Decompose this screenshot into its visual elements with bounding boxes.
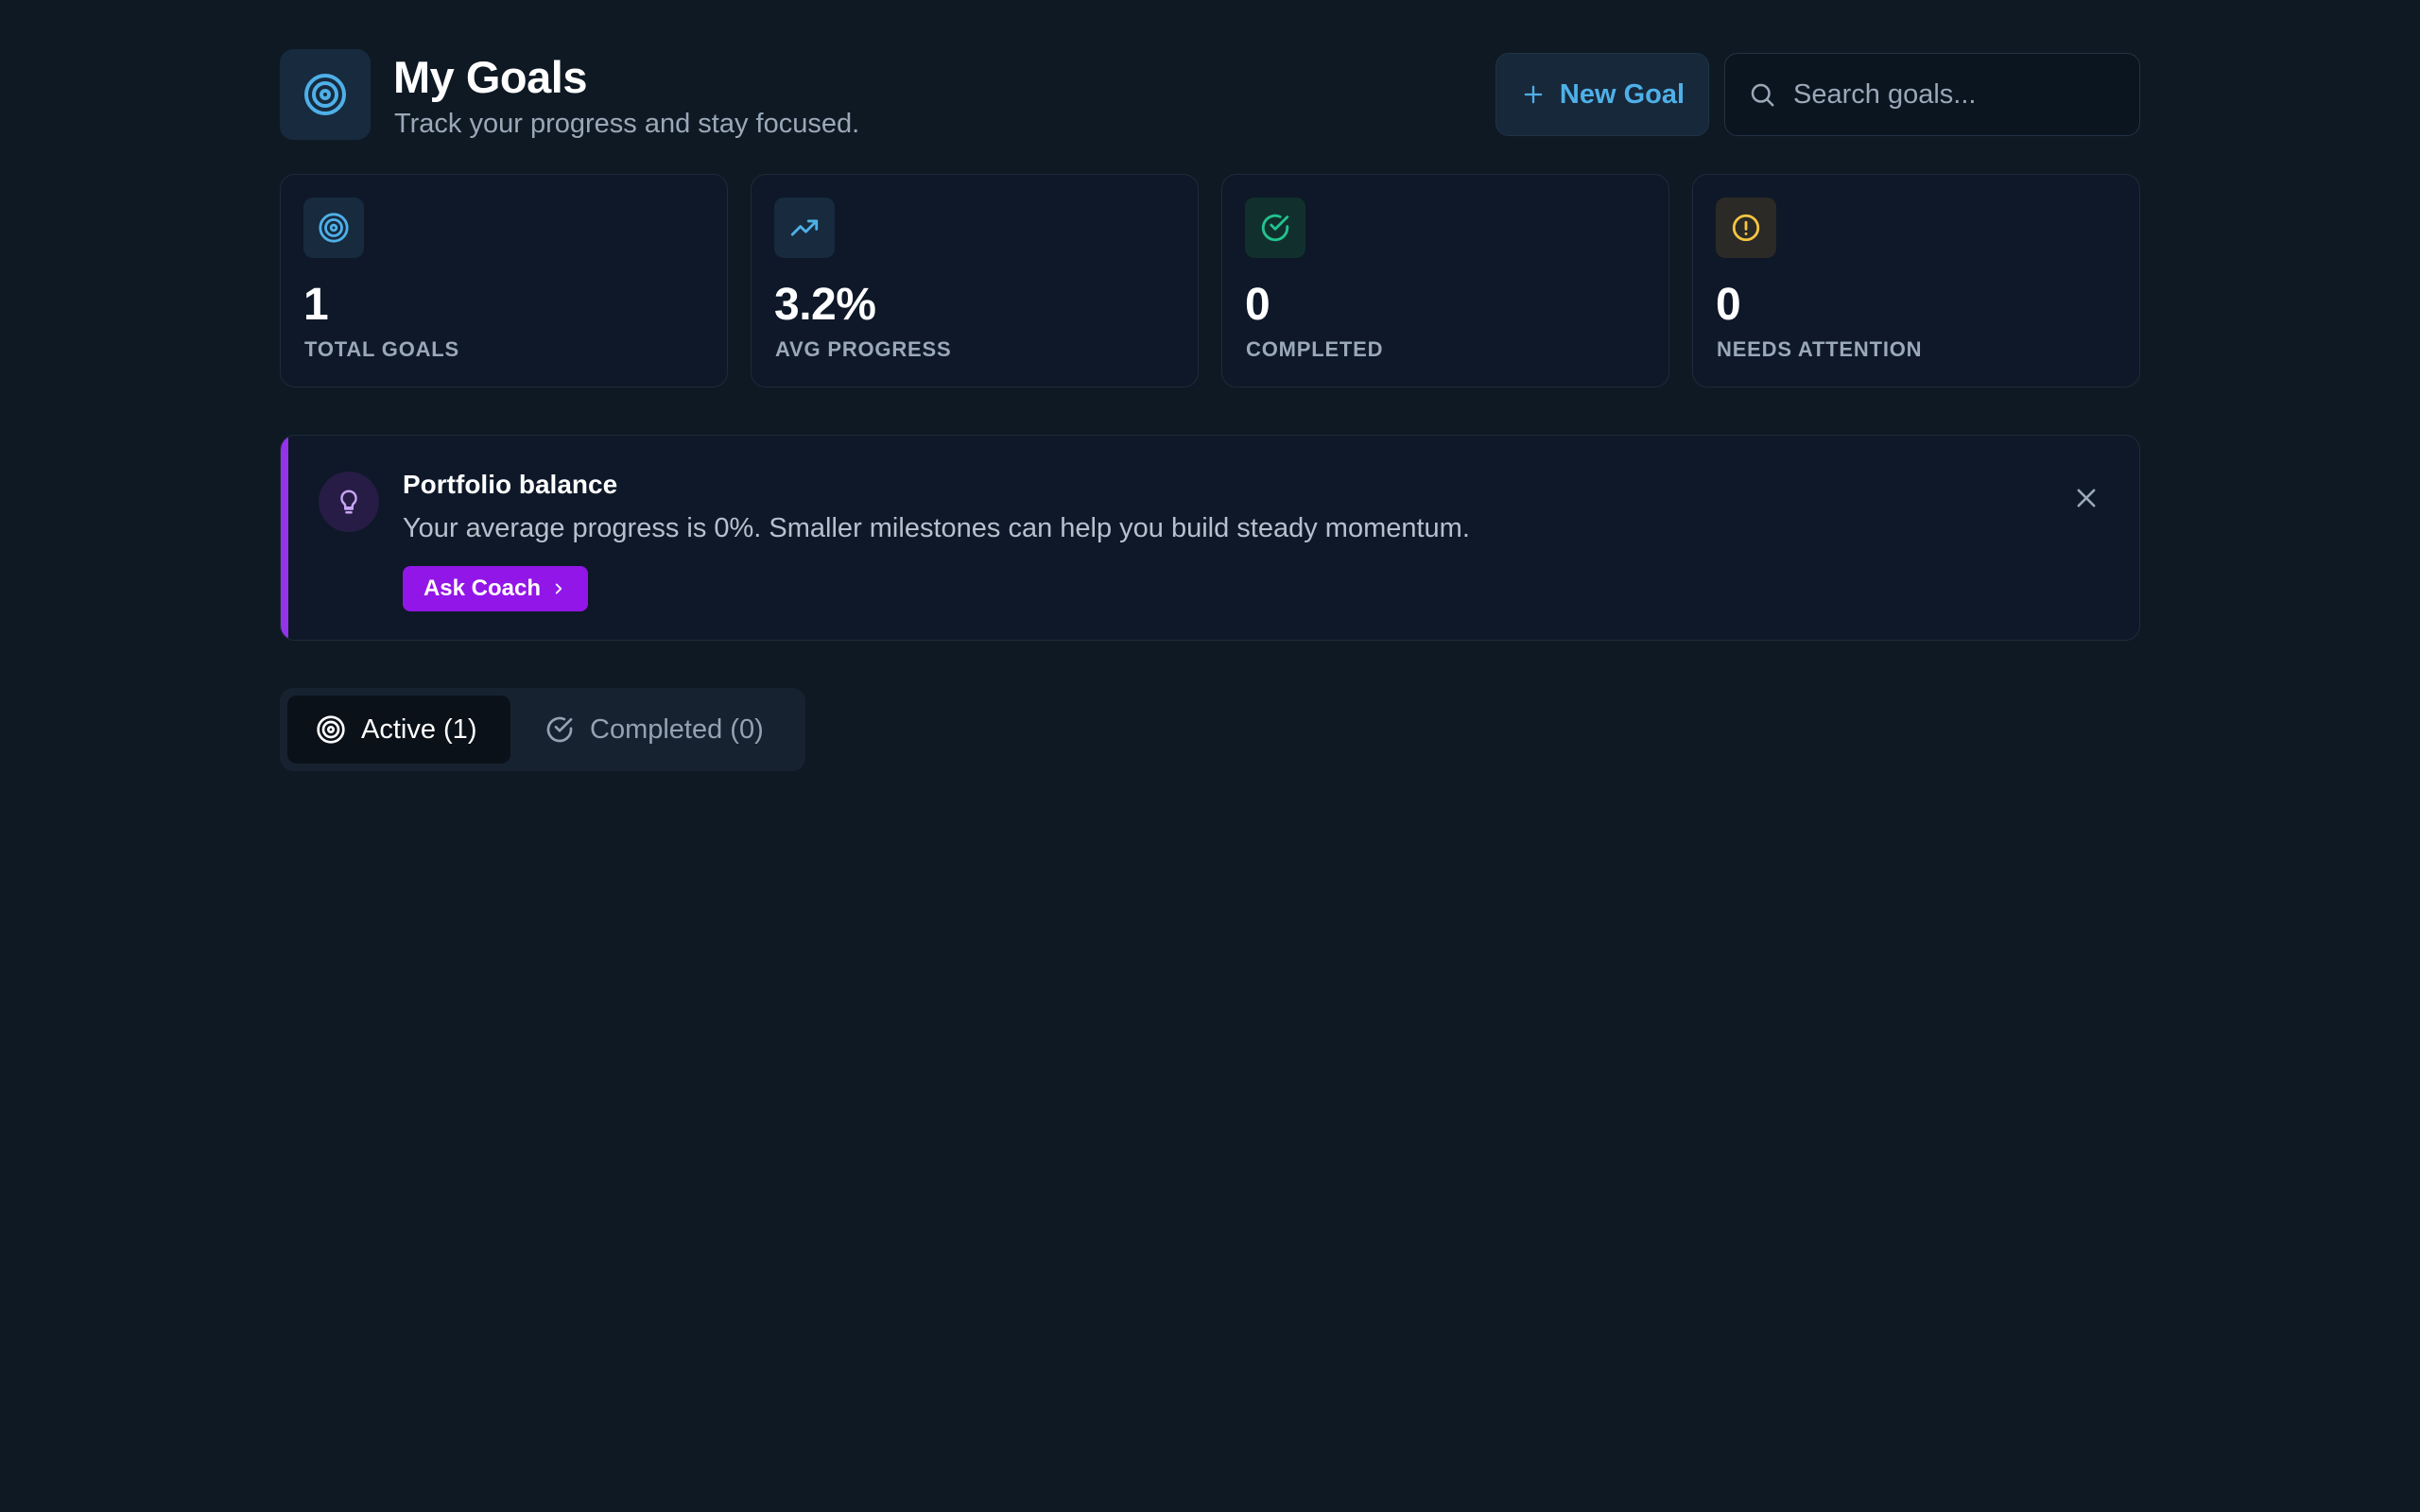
- goal-tabs: Active (1) Completed (0): [280, 688, 805, 771]
- goals-page: My Goals Track your progress and stay fo…: [280, 49, 2140, 771]
- stat-card-needs-attention: 0 NEEDS ATTENTION: [1692, 174, 2140, 387]
- stat-label: AVG PROGRESS: [775, 337, 952, 361]
- check-circle-icon: [546, 716, 573, 743]
- stat-icon-box: [303, 198, 364, 258]
- tab-label: Active (1): [361, 713, 477, 745]
- stat-label: NEEDS ATTENTION: [1717, 337, 1923, 361]
- stats-row: 1 TOTAL GOALS 3.2% AVG PROGRESS 0 COMPLE…: [280, 174, 2140, 387]
- close-icon: [2077, 489, 2096, 507]
- app-logo: [280, 49, 371, 140]
- stat-icon-box: [1716, 198, 1776, 258]
- plus-icon: [1524, 85, 1543, 104]
- tab-completed[interactable]: Completed (0): [516, 696, 800, 764]
- page-subtitle: Track your progress and stay focused.: [394, 109, 860, 139]
- ask-coach-label: Ask Coach: [423, 576, 542, 601]
- trending-up-icon: [790, 219, 819, 236]
- new-goal-label: New Goal: [1559, 78, 1685, 110]
- target-icon: [319, 213, 349, 243]
- stat-icon-box: [774, 198, 835, 258]
- stat-value: 0: [1245, 280, 1270, 330]
- tab-label: Completed (0): [590, 713, 764, 745]
- stat-card-avg-progress: 3.2% AVG PROGRESS: [751, 174, 1199, 387]
- chevron-right-icon: [555, 583, 562, 594]
- insight-banner: Portfolio balance Your average progress …: [280, 435, 2140, 641]
- stat-label: TOTAL GOALS: [304, 337, 460, 361]
- page-header: My Goals Track your progress and stay fo…: [280, 49, 2140, 140]
- insight-icon-box: [319, 472, 379, 532]
- stat-value: 3.2%: [774, 280, 876, 330]
- ask-coach-button[interactable]: Ask Coach: [403, 566, 588, 611]
- search-box[interactable]: [1724, 53, 2140, 136]
- new-goal-button[interactable]: New Goal: [1495, 53, 1709, 136]
- insight-accent-bar: [281, 436, 288, 640]
- insight-message: Your average progress is 0%. Smaller mil…: [403, 513, 1470, 543]
- stat-card-total-goals: 1 TOTAL GOALS: [280, 174, 728, 387]
- target-icon: [304, 74, 346, 115]
- stat-value: 1: [303, 280, 329, 330]
- tab-active[interactable]: Active (1): [287, 696, 510, 764]
- close-button[interactable]: [2071, 483, 2101, 513]
- alert-circle-icon: [1732, 214, 1760, 242]
- stat-card-completed: 0 COMPLETED: [1221, 174, 1669, 387]
- search-icon: [1751, 83, 1774, 107]
- stat-icon-box: [1245, 198, 1305, 258]
- insight-title: Portfolio balance: [403, 470, 618, 499]
- stat-value: 0: [1716, 280, 1741, 330]
- check-circle-icon: [1261, 214, 1289, 242]
- target-icon: [317, 715, 345, 744]
- stat-label: COMPLETED: [1246, 337, 1384, 361]
- page-title: My Goals: [393, 52, 587, 102]
- lightbulb-icon: [340, 490, 357, 514]
- search-input[interactable]: [1793, 78, 2115, 111]
